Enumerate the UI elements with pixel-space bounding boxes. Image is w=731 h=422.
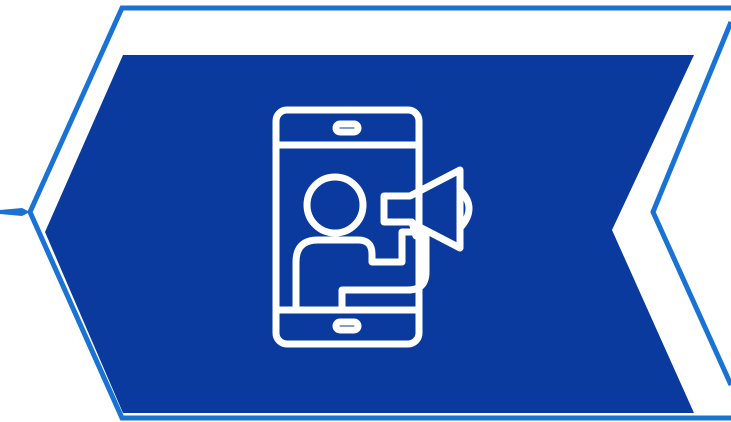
chevron-banner-graphic xyxy=(0,0,731,422)
chevron-banner-svg xyxy=(0,5,731,421)
megaphone-handle xyxy=(408,218,420,240)
connector-tip xyxy=(0,208,30,216)
